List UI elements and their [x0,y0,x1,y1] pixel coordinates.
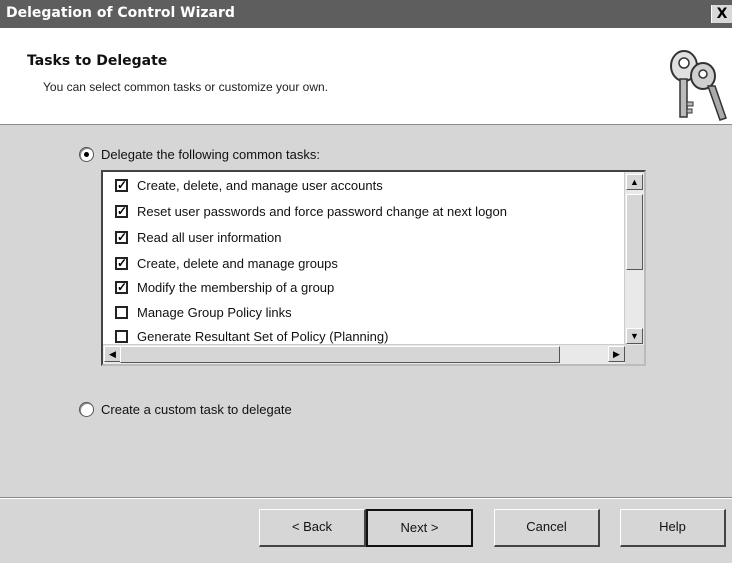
task-row[interactable]: ✓ Modify the membership of a group [115,278,625,298]
custom-task-radio[interactable] [79,402,94,417]
task-checkbox[interactable]: ✓ [115,257,128,270]
custom-task-label[interactable]: Create a custom task to delegate [101,402,292,417]
title-bar[interactable]: Delegation of Control Wizard X [0,0,732,28]
delegate-common-radio[interactable] [79,147,94,162]
next-button[interactable]: Next > [366,509,473,547]
footer-divider [0,497,732,499]
page-title: Tasks to Delegate [27,53,168,69]
task-row[interactable]: ✓ Create, delete, and manage user accoun… [115,176,625,196]
task-label[interactable]: Manage Group Policy links [137,305,292,320]
tasks-listbox[interactable]: ✓ Create, delete, and manage user accoun… [101,170,646,366]
task-row[interactable]: ✓ Create, delete and manage groups [115,254,625,274]
cancel-button[interactable]: Cancel [494,509,600,547]
keys-icon [670,50,727,121]
close-button[interactable]: X [711,5,732,23]
task-checkbox[interactable] [115,306,128,319]
wizard-header: Tasks to Delegate You can select common … [0,28,732,125]
scroll-down-icon[interactable]: ▼ [626,328,643,344]
task-label[interactable]: Create, delete and manage groups [137,256,338,271]
back-button[interactable]: < Back [259,509,366,547]
task-label[interactable]: Create, delete, and manage user accounts [137,178,383,193]
scroll-right-icon[interactable]: ▶ [608,346,625,362]
help-button[interactable]: Help [620,509,726,547]
delegate-common-label[interactable]: Delegate the following common tasks: [101,147,320,162]
task-label[interactable]: Read all user information [137,230,282,245]
task-label[interactable]: Reset user passwords and force password … [137,204,507,219]
scrollbar-corner [625,345,644,364]
task-checkbox[interactable] [115,330,128,343]
task-label[interactable]: Modify the membership of a group [137,280,334,295]
task-row[interactable]: Manage Group Policy links [115,303,625,323]
wizard-window: Delegation of Control Wizard X Tasks to … [0,0,732,563]
task-checkbox[interactable]: ✓ [115,281,128,294]
task-checkbox[interactable]: ✓ [115,205,128,218]
page-subtitle: You can select common tasks or customize… [43,80,329,94]
task-row[interactable]: ✓ Reset user passwords and force passwor… [115,202,625,222]
horizontal-scroll-thumb[interactable] [120,346,560,363]
vertical-scroll-thumb[interactable] [626,194,643,270]
window-title: Delegation of Control Wizard [6,5,235,21]
task-row[interactable]: ✓ Read all user information [115,228,625,248]
scroll-left-icon[interactable]: ◀ [104,346,121,362]
task-label[interactable]: Generate Resultant Set of Policy (Planni… [137,329,388,344]
task-checkbox[interactable]: ✓ [115,231,128,244]
horizontal-scrollbar[interactable]: ◀ ▶ [103,344,627,364]
scroll-up-icon[interactable]: ▲ [626,174,643,190]
task-checkbox[interactable]: ✓ [115,179,128,192]
vertical-scrollbar[interactable]: ▲ ▼ [624,172,644,346]
